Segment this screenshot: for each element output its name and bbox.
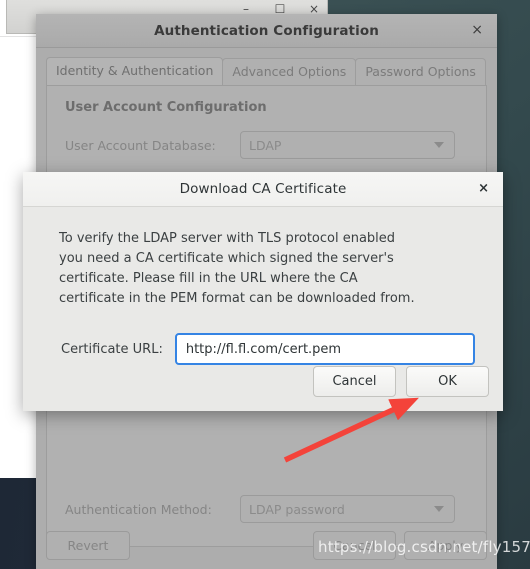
auth-window-close-icon[interactable]: × xyxy=(471,23,483,37)
revert-button[interactable]: Revert xyxy=(46,530,130,560)
certificate-url-label: Certificate URL: xyxy=(61,341,163,357)
ca-dialog-message: To verify the LDAP server with TLS proto… xyxy=(59,231,415,306)
cancel-button[interactable]: Cancel xyxy=(313,366,396,397)
auth-window-action-bar: Revert Cancel Apply xyxy=(36,521,497,569)
authentication-method-value: LDAP password xyxy=(249,501,345,517)
user-account-database-select[interactable]: LDAP xyxy=(240,131,455,159)
ca-dialog-button-row: Cancel OK xyxy=(313,366,489,397)
auth-window-title: Authentication Configuration xyxy=(154,22,379,39)
authentication-method-select[interactable]: LDAP password xyxy=(240,495,455,523)
ca-dialog-body: To verify the LDAP server with TLS proto… xyxy=(23,207,503,365)
tab-identity-authentication[interactable]: Identity & Authentication xyxy=(46,57,224,85)
cancel-button[interactable]: Cancel xyxy=(313,530,396,560)
apply-button[interactable]: Apply xyxy=(404,530,487,560)
authentication-method-row: Authentication Method: LDAP password xyxy=(65,495,455,523)
chevron-down-icon xyxy=(434,142,444,148)
auth-window-titlebar: Authentication Configuration × xyxy=(36,14,497,48)
certificate-url-row: Certificate URL: xyxy=(59,333,475,365)
ca-dialog-title: Download CA Certificate xyxy=(179,181,347,197)
download-ca-certificate-dialog: Download CA Certificate × To verify the … xyxy=(23,172,503,411)
tab-password-options[interactable]: Password Options xyxy=(355,58,486,85)
ok-button[interactable]: OK xyxy=(406,366,489,397)
ca-dialog-titlebar: Download CA Certificate × xyxy=(23,172,503,207)
tab-advanced-options[interactable]: Advanced Options xyxy=(222,58,357,85)
user-account-database-label: User Account Database: xyxy=(65,137,216,153)
authentication-method-label: Authentication Method: xyxy=(65,501,212,517)
auth-tab-bar: Identity & Authentication Advanced Optio… xyxy=(36,48,497,85)
ca-dialog-close-icon[interactable]: × xyxy=(478,182,489,195)
user-account-database-value: LDAP xyxy=(249,137,282,153)
chevron-down-icon xyxy=(434,506,444,512)
certificate-url-input[interactable] xyxy=(174,333,475,365)
user-account-database-row: User Account Database: LDAP xyxy=(65,131,486,159)
user-account-configuration-heading: User Account Configuration xyxy=(65,100,267,115)
